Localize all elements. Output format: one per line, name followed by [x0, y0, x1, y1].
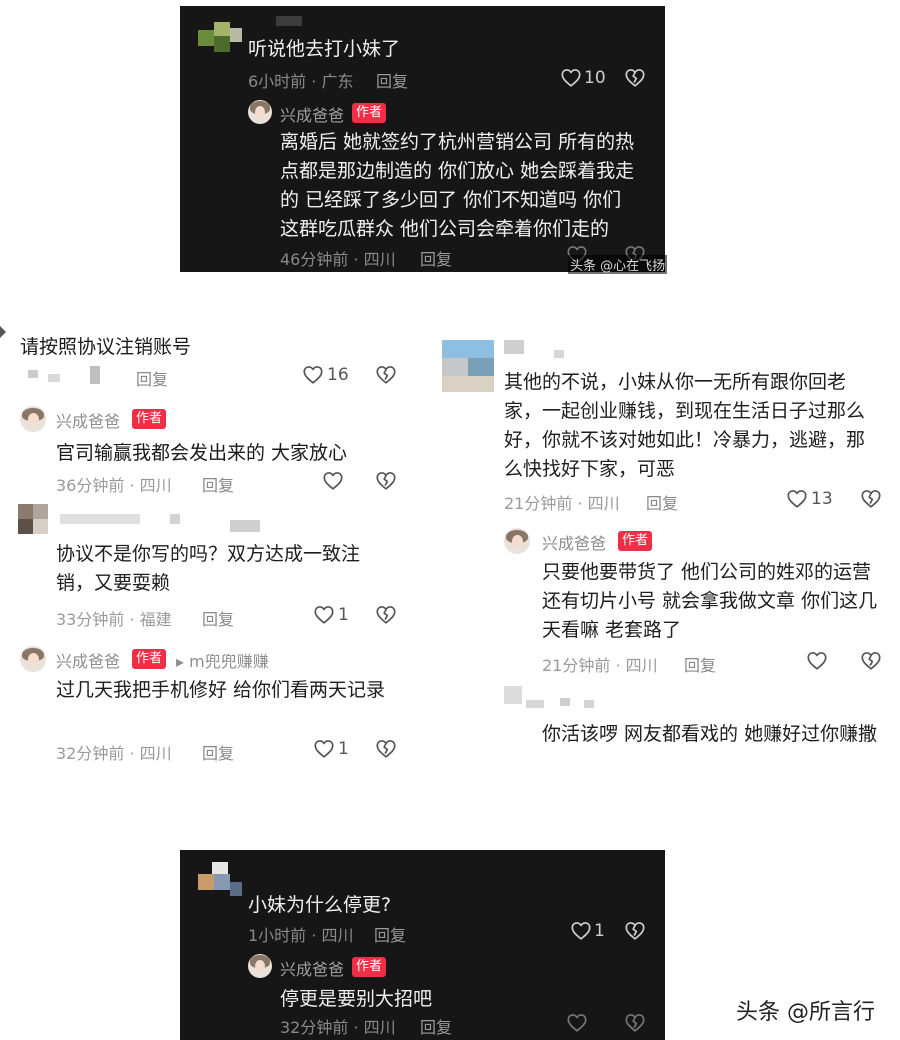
dislike-heart-icon[interactable] [624, 1012, 646, 1034]
reply-text: 只要他要带货了 他们公司的姓邓的运营 还有切片小号 就会拿我做文章 你们这几天看… [542, 561, 878, 641]
heart-icon[interactable] [560, 67, 582, 89]
reply-button[interactable]: 回复 [646, 490, 678, 514]
comment-text: 小妹为什么停更? [248, 894, 392, 916]
comment-text: 其他的不说，小妹从你一无所有跟你回老家，一起创业赚钱，到现在生活日子过那么好，你… [504, 371, 866, 480]
reply-meta: 32分钟前 · 四川 [56, 744, 172, 763]
author-badge: 作者 [352, 957, 387, 977]
dislike-heart-icon[interactable] [375, 364, 397, 386]
blurred-username [526, 700, 544, 708]
left-comment-panel: 请按照协议注销账号 回复 16 兴成爸爸 作者 官司输赢我都会发出来的 大家放心… [0, 318, 420, 770]
heart-icon[interactable] [570, 920, 592, 942]
dislike-heart-icon[interactable] [375, 470, 397, 492]
author-name[interactable]: 兴成爸爸 [542, 530, 606, 554]
author-avatar[interactable] [248, 954, 272, 978]
author-badge: 作者 [132, 649, 167, 669]
reply-reply-button[interactable]: 回复 [202, 472, 234, 496]
reply-reply-button[interactable]: 回复 [684, 652, 716, 676]
blurred-username [504, 340, 524, 354]
blurred-username [584, 700, 594, 708]
blurred-username [276, 16, 302, 26]
blurred-meta [90, 366, 100, 384]
heart-icon[interactable] [322, 470, 344, 492]
dislike-heart-icon[interactable] [624, 67, 646, 89]
commenter-avatar[interactable] [198, 862, 242, 900]
blurred-username [230, 520, 260, 532]
reply-text: 官司输赢我都会发出来的 大家放心 [56, 442, 348, 464]
heart-icon[interactable] [566, 1012, 588, 1034]
reply-meta: 46分钟前 · 四川 [280, 250, 396, 269]
reply-reply-button[interactable]: 回复 [420, 1014, 452, 1038]
like-count: 1 [594, 921, 605, 941]
right-comment-panel: 其他的不说，小妹从你一无所有跟你回老家，一起创业赚钱，到现在生活日子过那么好，你… [430, 330, 900, 780]
watermark: 头条 @心在飞扬 [568, 255, 668, 274]
like-count: 13 [811, 489, 833, 509]
comment-meta: 6小时前 · 广东 [248, 72, 354, 91]
author-badge: 作者 [618, 531, 653, 551]
author-badge: 作者 [352, 103, 387, 123]
blurred-username [170, 514, 180, 524]
comment-meta: 21分钟前 · 四川 [504, 494, 620, 513]
top-comment-panel: 听说他去打小妹了 6小时前 · 广东 回复 10 兴成爸爸 作者 离婚后 她就签… [180, 6, 668, 274]
reply-text: 停更是要别大招吧 [280, 988, 433, 1010]
reply-text: 过几天我把手机修好 给你们看两天记录 [56, 679, 386, 701]
heart-icon[interactable] [786, 488, 808, 510]
reply-reply-button[interactable]: 回复 [202, 740, 234, 764]
reply-button[interactable]: 回复 [376, 68, 408, 92]
heart-icon[interactable] [806, 650, 828, 672]
dislike-heart-icon[interactable] [375, 738, 397, 760]
blurred-username [554, 350, 564, 358]
commenter-avatar[interactable] [442, 340, 494, 392]
reply-button[interactable]: 回复 [202, 606, 234, 630]
author-name[interactable]: 兴成爸爸 [280, 102, 344, 126]
like-count: 10 [584, 68, 606, 88]
author-name[interactable]: 兴成爸爸 [56, 408, 120, 432]
like-count: 16 [327, 365, 349, 385]
comment-meta: 1小时前 · 四川 [248, 926, 354, 945]
comment-meta: 33分钟前 · 福建 [56, 610, 172, 629]
reply-text: 离婚后 她就签约了杭州营销公司 所有的热点都是那边制造的 你们放心 她会踩着我走… [280, 131, 635, 240]
author-avatar[interactable] [20, 406, 46, 432]
blurred-meta [28, 370, 38, 378]
author-avatar[interactable] [504, 528, 530, 554]
commenter-avatar[interactable] [18, 504, 48, 534]
reply-button[interactable]: 回复 [136, 366, 168, 390]
author-badge: 作者 [132, 409, 167, 429]
reply-button[interactable]: 回复 [374, 922, 406, 946]
commenter-avatar[interactable] [198, 16, 242, 56]
dislike-heart-icon[interactable] [860, 488, 882, 510]
author-avatar[interactable] [248, 100, 272, 124]
blurred-avatar [504, 686, 522, 704]
like-count: 1 [338, 605, 349, 625]
author-avatar[interactable] [20, 646, 46, 672]
heart-icon[interactable] [302, 364, 324, 386]
reply-meta: 36分钟前 · 四川 [56, 476, 172, 495]
comment-text: 听说他去打小妹了 [248, 38, 401, 60]
comment-text: 协议不是你写的吗？双方达成一致注销，又要耍赖 [56, 543, 361, 594]
reply-target[interactable]: ▸ m兜兜赚赚 [176, 648, 269, 672]
blurred-username [560, 698, 570, 706]
dislike-heart-icon[interactable] [375, 604, 397, 626]
heart-icon[interactable] [313, 604, 335, 626]
reply-meta: 21分钟前 · 四川 [542, 656, 658, 675]
author-name[interactable]: 兴成爸爸 [280, 956, 344, 980]
reply-reply-button[interactable]: 回复 [420, 246, 452, 270]
blurred-meta [48, 374, 60, 382]
dislike-heart-icon[interactable] [624, 920, 646, 942]
collapse-marker [0, 326, 6, 338]
heart-icon[interactable] [313, 738, 335, 760]
bottom-comment-panel: 小妹为什么停更? 1小时前 · 四川 回复 1 兴成爸爸 作者 停更是要别大招吧… [180, 850, 665, 1040]
page-watermark: 头条 @所言行 [736, 1000, 875, 1025]
comment-text: 请按照协议注销账号 [20, 336, 192, 358]
blurred-username [60, 514, 140, 524]
reply-meta: 32分钟前 · 四川 [280, 1018, 396, 1037]
dislike-heart-icon[interactable] [860, 650, 882, 672]
comment-text: 你活该啰 网友都看戏的 她赚好过你赚撒 [542, 723, 878, 745]
like-count: 1 [338, 739, 349, 759]
author-name[interactable]: 兴成爸爸 [56, 648, 120, 672]
